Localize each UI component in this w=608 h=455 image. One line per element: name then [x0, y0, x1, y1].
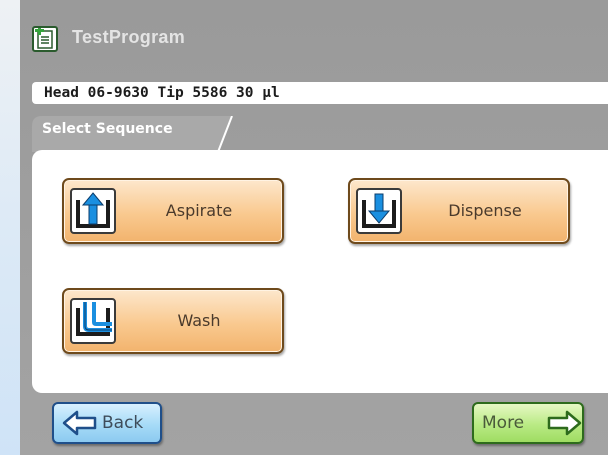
more-label: More [482, 413, 525, 433]
wash-button[interactable]: Wash [62, 288, 284, 354]
wash-label: Wash [177, 311, 221, 330]
arrow-right-icon [547, 410, 582, 436]
instrument-screen: TestProgram Head 06-9630 Tip 5586 30 µl … [20, 0, 608, 455]
dispense-label: Dispense [448, 201, 522, 220]
header: TestProgram [20, 0, 608, 80]
aspirate-button[interactable]: Aspirate [62, 178, 284, 244]
section-title: Select Sequence [42, 121, 173, 137]
back-label: Back [102, 413, 144, 433]
dispense-button[interactable]: Dispense [348, 178, 570, 244]
sequence-panel: Aspirate Dispense Wash [32, 150, 608, 393]
program-document-icon [32, 26, 58, 52]
program-title: TestProgram [72, 27, 185, 47]
left-edge-strip [0, 0, 20, 455]
head-tip-info: Head 06-9630 Tip 5586 30 µl [32, 82, 608, 104]
more-button[interactable]: More [472, 402, 584, 444]
arrow-left-icon [62, 410, 97, 436]
back-button[interactable]: Back [52, 402, 162, 444]
wash-icon [70, 298, 116, 344]
aspirate-icon [70, 188, 116, 234]
aspirate-label: Aspirate [165, 201, 233, 220]
dispense-icon [356, 188, 402, 234]
